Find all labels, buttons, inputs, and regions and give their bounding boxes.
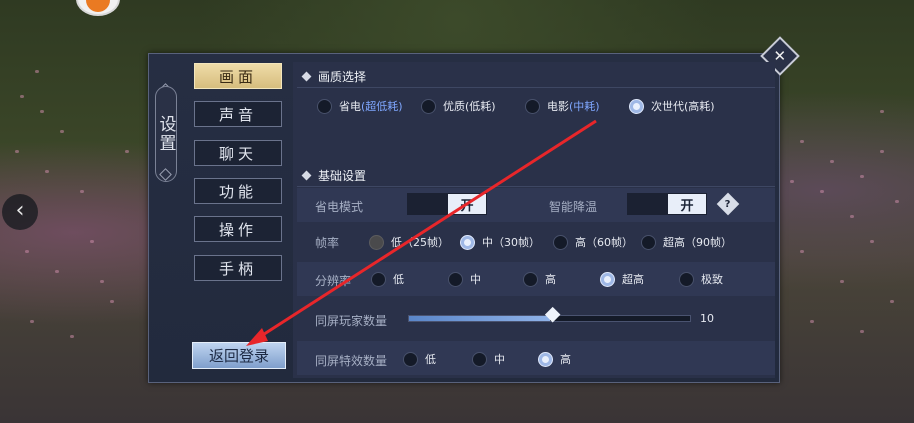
power-mode-label: 省电模式 (315, 200, 364, 214)
option-sub: (超低耗) (361, 100, 403, 113)
option-label: 中（30帧） (482, 236, 540, 249)
option-label: 高 (545, 273, 556, 286)
effects-option-low[interactable]: 低 (403, 351, 436, 367)
framerate-option-ultra[interactable]: 超高（90帧） (641, 234, 732, 250)
framerate-option-high[interactable]: 高（60帧） (553, 234, 633, 250)
players-value: 10 (700, 312, 714, 325)
option-label: 次世代 (651, 100, 684, 113)
radio-icon (641, 234, 656, 250)
effects-label: 同屏特效数量 (315, 354, 388, 368)
option-label: 优质 (443, 100, 465, 113)
option-sub: (低耗) (465, 100, 496, 113)
radio-icon (523, 271, 538, 287)
tab-display[interactable]: 画面 (194, 63, 282, 89)
option-label: 超高（90帧） (663, 236, 732, 249)
radio-icon (472, 351, 487, 367)
diamond-bullet-icon (301, 170, 312, 181)
quality-title-text: 画质选择 (318, 70, 367, 84)
quality-option-nextgen[interactable]: 次世代 (高耗) (629, 98, 715, 114)
option-sub: (高耗) (684, 100, 715, 113)
option-label: 省电 (339, 100, 361, 113)
smart-cool-label: 智能降温 (549, 200, 598, 214)
resolution-option-medium[interactable]: 中 (448, 271, 481, 287)
resolution-option-extreme[interactable]: 极致 (679, 271, 723, 287)
return-login-button[interactable]: 返回登录 (192, 342, 286, 369)
back-arrow-icon[interactable]: ‹ (2, 194, 38, 230)
top-avatar-icon[interactable] (76, 0, 120, 16)
radio-icon (403, 351, 418, 367)
smart-cool-toggle[interactable]: 开 (627, 193, 707, 215)
resolution-label: 分辨率 (315, 274, 352, 288)
quality-option-power-save[interactable]: 省电 (超低耗) (317, 98, 403, 114)
radio-icon (369, 234, 384, 250)
radio-icon (371, 271, 386, 287)
effects-option-high[interactable]: 高 (538, 351, 571, 367)
close-icon: ✕ (773, 46, 787, 65)
quality-option-good[interactable]: 优质 (低耗) (421, 98, 496, 114)
quality-section-title: 画质选择 (297, 66, 775, 88)
option-label: 中 (494, 353, 505, 366)
radio-selected-icon (600, 271, 615, 287)
resolution-option-high[interactable]: 高 (523, 271, 556, 287)
option-label: 低（25帧） (391, 236, 449, 249)
option-label: 超高 (622, 273, 644, 286)
radio-icon (553, 234, 568, 250)
option-sub: (中耗) (569, 100, 600, 113)
resolution-option-ultra[interactable]: 超高 (600, 271, 644, 287)
tab-chat[interactable]: 聊天 (194, 140, 282, 166)
radio-selected-icon (460, 234, 475, 250)
option-label: 中 (470, 273, 481, 286)
tab-gamepad[interactable]: 手柄 (194, 255, 282, 281)
option-label: 极致 (701, 273, 723, 286)
settings-title: 设置 (155, 86, 177, 182)
option-label: 电影 (547, 100, 569, 113)
basic-title-text: 基础设置 (318, 169, 367, 183)
radio-icon (525, 98, 540, 114)
quality-option-movie[interactable]: 电影 (中耗) (525, 98, 600, 114)
tab-controls[interactable]: 操作 (194, 216, 282, 242)
players-label: 同屏玩家数量 (315, 314, 388, 328)
framerate-option-medium[interactable]: 中（30帧） (460, 234, 540, 250)
option-label: 低 (425, 353, 436, 366)
tab-sound[interactable]: 声音 (194, 101, 282, 127)
radio-icon (679, 271, 694, 287)
basic-section-title: 基础设置 (297, 165, 775, 187)
effects-option-medium[interactable]: 中 (472, 351, 505, 367)
radio-icon (317, 98, 332, 114)
option-label: 高 (560, 353, 571, 366)
radio-icon (448, 271, 463, 287)
radio-selected-icon (538, 351, 553, 367)
radio-icon (421, 98, 436, 114)
tab-function[interactable]: 功能 (194, 178, 282, 204)
framerate-label: 帧率 (315, 236, 340, 250)
power-mode-toggle[interactable]: 开 (407, 193, 487, 215)
framerate-option-low[interactable]: 低（25帧） (369, 234, 449, 250)
radio-selected-icon (629, 98, 644, 114)
option-label: 高（60帧） (575, 236, 633, 249)
help-glyph: ? (725, 198, 731, 210)
toggle-value: 开 (448, 194, 486, 214)
option-label: 低 (393, 273, 404, 286)
slider-fill (409, 316, 550, 321)
players-slider[interactable] (408, 306, 691, 323)
diamond-bullet-icon (301, 71, 312, 82)
resolution-option-low[interactable]: 低 (371, 271, 404, 287)
toggle-value: 开 (668, 194, 706, 214)
